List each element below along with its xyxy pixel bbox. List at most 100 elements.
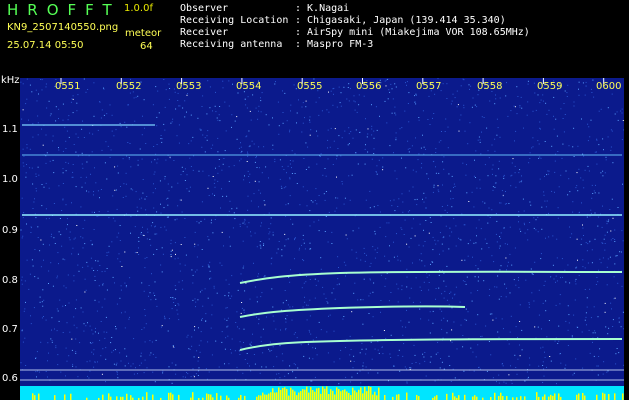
- noise-dot: [446, 265, 448, 267]
- noise-dot: [358, 94, 360, 96]
- noise-dot: [278, 373, 280, 375]
- noise-dot: [173, 346, 175, 348]
- noise-dot: [479, 141, 481, 143]
- noise-dot: [115, 326, 116, 327]
- noise-dot: [514, 354, 516, 356]
- noise-dot: [507, 261, 509, 263]
- noise-dot: [534, 261, 536, 263]
- noise-dot: [513, 105, 515, 107]
- noise-dot: [82, 237, 84, 239]
- noise-dot: [254, 363, 256, 365]
- noise-dot: [442, 250, 444, 252]
- noise-dot: [65, 148, 67, 149]
- noise-dot: [135, 191, 137, 193]
- noise-dot: [598, 356, 600, 357]
- noise-dot: [398, 198, 400, 200]
- noise-dot: [497, 331, 499, 333]
- noise-dot: [348, 143, 350, 145]
- noise-dot: [615, 255, 617, 257]
- noise-dot: [163, 207, 165, 209]
- noise-dot: [341, 183, 343, 185]
- noise-dot: [604, 234, 606, 236]
- noise-dot: [401, 228, 403, 230]
- noise-dot: [328, 315, 329, 317]
- noise-dot: [225, 279, 227, 281]
- noise-dot: [478, 276, 479, 278]
- noise-dot: [236, 311, 238, 313]
- noise-dot: [57, 252, 59, 254]
- noise-dot: [175, 364, 177, 366]
- noise-dot: [529, 222, 531, 223]
- noise-dot: [304, 301, 306, 303]
- noise-dot: [77, 376, 79, 378]
- noise-dot: [610, 230, 612, 232]
- noise-dot: [419, 308, 421, 310]
- noise-dot: [349, 354, 351, 356]
- noise-dot: [617, 119, 619, 121]
- noise-dot: [422, 245, 424, 247]
- noise-dot: [546, 366, 547, 368]
- noise-dot: [51, 317, 53, 319]
- noise-dot: [242, 222, 244, 224]
- noise-dot: [103, 331, 105, 333]
- noise-dot: [133, 338, 135, 340]
- noise-dot: [467, 243, 469, 245]
- noise-dot: [285, 204, 287, 206]
- noise-dot: [210, 277, 212, 279]
- noise-dot: [406, 286, 408, 288]
- noise-dot: [382, 166, 384, 168]
- noise-dot: [138, 247, 139, 249]
- noise-dot: [331, 231, 333, 233]
- noise-dot: [68, 237, 70, 239]
- noise-dot: [494, 103, 496, 105]
- noise-dot: [224, 295, 226, 297]
- noise-dot: [130, 216, 132, 218]
- noise-dot: [184, 237, 186, 238]
- noise-dot: [529, 158, 531, 159]
- noise-dot: [540, 258, 542, 260]
- noise-dot: [272, 148, 274, 150]
- noise-dot: [197, 370, 199, 372]
- noise-dot: [400, 260, 402, 262]
- noise-dot: [176, 218, 178, 220]
- noise-dot: [470, 292, 472, 294]
- noise-dot: [322, 174, 324, 176]
- noise-dot: [306, 190, 308, 192]
- noise-dot: [614, 229, 616, 231]
- noise-dot: [243, 221, 245, 223]
- noise-dot: [156, 116, 158, 118]
- noise-dot: [447, 204, 449, 206]
- noise-dot: [442, 161, 444, 163]
- noise-dot: [366, 136, 368, 138]
- noise-dot: [239, 341, 241, 343]
- noise-dot: [143, 372, 145, 374]
- noise-dot: [106, 252, 108, 254]
- noise-dot: [480, 260, 482, 262]
- noise-dot: [382, 169, 384, 171]
- noise-dot: [250, 370, 252, 372]
- noise-dot: [170, 122, 172, 124]
- noise-dot: [261, 222, 262, 224]
- noise-dot: [451, 231, 453, 233]
- noise-dot: [423, 356, 425, 358]
- noise-dot: [379, 115, 380, 117]
- noise-dot: [285, 215, 287, 217]
- noise-dot: [434, 239, 436, 241]
- noise-dot: [209, 261, 211, 263]
- noise-dot: [432, 261, 434, 263]
- noise-dot: [303, 242, 305, 244]
- noise-dot: [101, 109, 103, 111]
- noise-dot: [363, 278, 365, 280]
- noise-dot: [40, 79, 42, 80]
- noise-dot: [26, 78, 28, 80]
- noise-dot: [311, 380, 313, 382]
- noise-dot: [175, 253, 176, 255]
- noise-dot: [343, 86, 345, 88]
- level-bar: [604, 393, 606, 400]
- noise-dot: [177, 92, 179, 94]
- noise-dot: [315, 336, 317, 338]
- level-bar: [168, 392, 170, 400]
- noise-dot: [475, 242, 477, 244]
- noise-dot: [495, 94, 496, 96]
- noise-dot: [198, 327, 199, 329]
